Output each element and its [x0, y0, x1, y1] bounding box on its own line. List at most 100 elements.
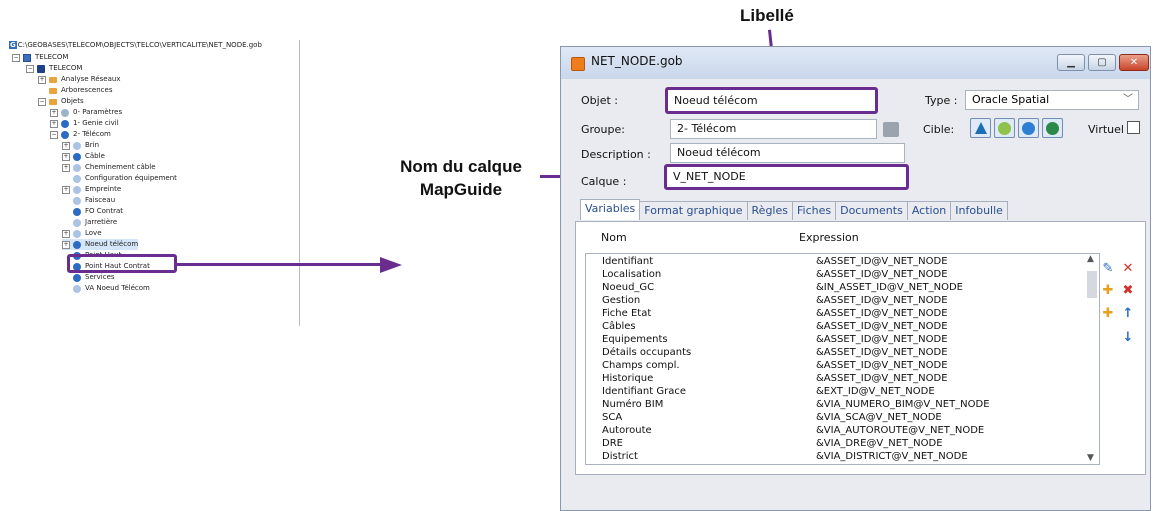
- variable-row[interactable]: Historique &ASSET_ID@V_NET_NODE: [586, 373, 1086, 384]
- vertical-scrollbar[interactable]: ▲ ▼: [1085, 254, 1099, 464]
- group-browse-button[interactable]: [883, 122, 899, 137]
- tree-item[interactable]: FO Contrat: [62, 206, 123, 217]
- tree-item[interactable]: Configuration équipement: [62, 173, 177, 184]
- variable-row[interactable]: District &VIA_DISTRICT@V_NET_NODE: [586, 451, 1086, 462]
- type-select[interactable]: Oracle Spatial ﹀: [965, 90, 1139, 110]
- variable-row[interactable]: Identifiant Grace &EXT_ID@V_NET_NODE: [586, 386, 1086, 397]
- tree-panel: G C:\GEOBASES\TELECOM\OBJECTS\TELCO\VERTI…: [8, 40, 300, 326]
- expand-icon[interactable]: +: [50, 108, 58, 117]
- tree-item[interactable]: − 2- Télécom: [50, 129, 111, 140]
- tree-item[interactable]: + Noeud télécom: [62, 239, 139, 250]
- tree-item[interactable]: VA Noeud Télécom: [62, 283, 150, 294]
- close-button[interactable]: ✕: [1119, 54, 1149, 71]
- variable-row[interactable]: Champs compl. &ASSET_ID@V_NET_NODE: [586, 360, 1086, 371]
- tree-item[interactable]: Jarretière: [62, 217, 117, 228]
- variable-row[interactable]: Gestion &ASSET_ID@V_NET_NODE: [586, 295, 1086, 306]
- variable-name: Localisation: [602, 269, 662, 280]
- tree-item[interactable]: + Analyse Réseaux: [38, 74, 120, 85]
- expand-icon[interactable]: +: [62, 240, 70, 249]
- collapse-icon[interactable]: −: [50, 130, 58, 139]
- tree-item[interactable]: + Love: [62, 228, 102, 239]
- folder-icon: [49, 76, 57, 83]
- target-mobile-button[interactable]: [1018, 118, 1039, 138]
- variable-row[interactable]: Numéro BIM &VIA_NUMERO_BIM@V_NET_NODE: [586, 399, 1086, 410]
- variable-name: Identifiant Grace: [602, 386, 686, 397]
- move-down-button[interactable]: ↓: [1119, 329, 1137, 347]
- add-variable-button[interactable]: ✚: [1099, 282, 1117, 300]
- tree-path: G C:\GEOBASES\TELECOM\OBJECTS\TELCO\VERTI…: [9, 41, 262, 49]
- expand-icon[interactable]: +: [62, 141, 70, 150]
- variable-row[interactable]: Autoroute &VIA_AUTOROUTE@V_NET_NODE: [586, 425, 1086, 436]
- add-multiple-button[interactable]: ✚: [1099, 305, 1117, 323]
- groupe-field[interactable]: 2- Télécom: [670, 119, 877, 139]
- scroll-down-icon[interactable]: ▼: [1087, 453, 1094, 463]
- tab-regles[interactable]: Règles: [746, 201, 793, 220]
- target-web-button[interactable]: [994, 118, 1015, 138]
- tree-item[interactable]: Arborescences: [38, 85, 112, 96]
- variable-row[interactable]: Détails occupants &ASSET_ID@V_NET_NODE: [586, 347, 1086, 358]
- tab-action[interactable]: Action: [906, 201, 952, 220]
- variable-row[interactable]: Equipements &ASSET_ID@V_NET_NODE: [586, 334, 1086, 345]
- tab-documents[interactable]: Documents: [835, 201, 908, 220]
- tree-item[interactable]: − TELECOM: [26, 63, 82, 74]
- scroll-thumb[interactable]: [1087, 271, 1097, 298]
- calque-field[interactable]: V_NET_NODE: [664, 164, 909, 190]
- arrow-down-icon: ↓: [1122, 330, 1134, 345]
- variable-expression: &VIA_SCA@V_NET_NODE: [816, 412, 942, 423]
- objet-field[interactable]: Noeud télécom: [665, 87, 878, 114]
- tree-item[interactable]: +1- Genie civil: [50, 118, 119, 129]
- variable-row[interactable]: Noeud_GC &IN_ASSET_ID@V_NET_NODE: [586, 282, 1086, 293]
- maximize-icon: ▢: [1097, 57, 1107, 68]
- variable-row[interactable]: SCA &VIA_SCA@V_NET_NODE: [586, 412, 1086, 423]
- expand-icon[interactable]: +: [62, 163, 70, 172]
- move-up-button[interactable]: ↑: [1119, 305, 1137, 323]
- variable-row[interactable]: Câbles &ASSET_ID@V_NET_NODE: [586, 321, 1086, 332]
- tab-infobulle[interactable]: Infobulle: [950, 201, 1008, 220]
- tree-item-label: Love: [85, 229, 102, 237]
- tree-item-label: Noeud télécom: [85, 240, 139, 248]
- collapse-icon[interactable]: −: [26, 64, 34, 73]
- tree-item[interactable]: +0- Paramètres: [50, 107, 122, 118]
- expand-icon[interactable]: +: [62, 185, 70, 194]
- tab-fiches[interactable]: Fiches: [792, 201, 837, 220]
- edit-variable-button[interactable]: ✎: [1099, 260, 1117, 278]
- variable-row[interactable]: DRE &VIA_DRE@V_NET_NODE: [586, 438, 1086, 449]
- tree-item-label: 1- Genie civil: [73, 119, 119, 127]
- variable-row[interactable]: Fiche Etat &ASSET_ID@V_NET_NODE: [586, 308, 1086, 319]
- collapse-icon[interactable]: −: [12, 53, 20, 62]
- variable-row[interactable]: Localisation &ASSET_ID@V_NET_NODE: [586, 269, 1086, 280]
- tree-item-label: Services: [85, 273, 115, 281]
- variable-row[interactable]: Identifiant &ASSET_ID@V_NET_NODE: [586, 256, 1086, 267]
- maximize-button[interactable]: ▢: [1088, 54, 1116, 71]
- expand-icon[interactable]: +: [38, 75, 46, 84]
- variable-expression: &ASSET_ID@V_NET_NODE: [816, 269, 948, 280]
- tab-format-graphique[interactable]: Format graphique: [639, 201, 748, 220]
- collapse-icon[interactable]: −: [38, 97, 46, 106]
- tree-item[interactable]: − TELECOM: [12, 52, 68, 63]
- expand-icon[interactable]: +: [62, 152, 70, 161]
- target-globe-button[interactable]: [1042, 118, 1063, 138]
- minimize-button[interactable]: ▁: [1057, 54, 1085, 71]
- tree-item[interactable]: + Brin: [62, 140, 99, 151]
- expand-icon[interactable]: +: [50, 119, 58, 128]
- variables-list[interactable]: Identifiant &ASSET_ID@V_NET_NODE Localisat…: [585, 253, 1100, 465]
- scroll-up-icon[interactable]: ▲: [1087, 254, 1094, 264]
- tree-item[interactable]: − Objets: [38, 96, 84, 107]
- variable-name: Autoroute: [602, 425, 652, 436]
- tab-variables[interactable]: Variables: [580, 199, 641, 220]
- delete-variable-button[interactable]: ✕: [1119, 260, 1137, 278]
- description-field[interactable]: Noeud télécom: [670, 143, 905, 163]
- virtuel-checkbox[interactable]: [1127, 121, 1140, 134]
- tree-item[interactable]: + Câble: [62, 151, 105, 162]
- dialog-titlebar[interactable]: NET_NODE.gob ▁ ▢ ✕: [561, 47, 1150, 79]
- autocad-icon: [974, 122, 987, 134]
- expand-icon[interactable]: +: [62, 229, 70, 238]
- tree-item-label: Objets: [61, 97, 84, 105]
- tree-item[interactable]: + Cheminement câble: [62, 162, 156, 173]
- tree-item[interactable]: + Empreinte: [62, 184, 121, 195]
- objet-label: Objet :: [581, 94, 618, 107]
- delete-all-button[interactable]: ✖: [1119, 282, 1137, 300]
- target-autocad-button[interactable]: [970, 118, 991, 138]
- tree-item[interactable]: Faisceau: [62, 195, 115, 206]
- tree-item[interactable]: Services: [62, 272, 115, 283]
